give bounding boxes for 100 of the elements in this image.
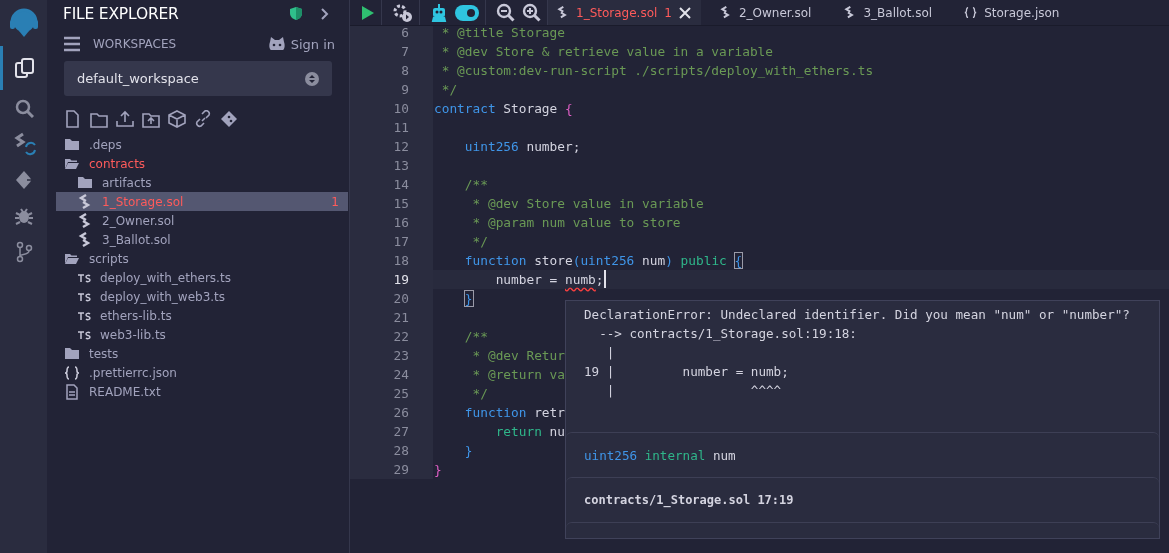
- code-line: /**: [463, 328, 488, 346]
- search-icon[interactable]: [13, 98, 34, 118]
- close-icon[interactable]: [678, 6, 691, 19]
- zoom-out-icon[interactable]: [496, 3, 515, 22]
- code-line: */: [471, 233, 488, 251]
- line-number: 24: [350, 365, 433, 384]
- tree-item[interactable]: .deps: [56, 135, 348, 154]
- code-line: * @custom:dev-run-script ./scripts/deploy_with_ethers.ts: [440, 62, 874, 80]
- code-line: number = numb;: [494, 270, 606, 289]
- ts-icon: [77, 272, 91, 283]
- tree-item[interactable]: artifacts: [56, 173, 348, 192]
- diamond-icon[interactable]: [220, 110, 238, 128]
- folder-icon: [64, 345, 80, 362]
- line-number: 8: [350, 61, 433, 80]
- play-icon[interactable]: [360, 4, 375, 21]
- tree-item[interactable]: README.txt: [56, 382, 348, 401]
- braces-icon: [964, 6, 978, 19]
- code-line: */: [440, 81, 458, 99]
- code-line: }: [433, 461, 442, 479]
- line-number: 9: [350, 80, 433, 99]
- s-logo-icon: [556, 6, 569, 19]
- tree-item[interactable]: contracts: [56, 154, 348, 173]
- line-number: 22: [350, 327, 433, 346]
- line-number: 14: [350, 175, 433, 194]
- line-number: 13: [350, 156, 433, 175]
- tree-item[interactable]: 3_Ballot.sol: [56, 230, 348, 249]
- branch-icon[interactable]: [14, 241, 33, 263]
- code-line: * @dev Store value in variable: [471, 195, 704, 213]
- error-count: 1: [331, 194, 340, 209]
- code-line: uint256 number;: [463, 138, 581, 156]
- line-number: 20: [350, 289, 433, 308]
- line-number: 11: [350, 118, 433, 137]
- line-number: 27: [350, 422, 433, 441]
- error-count: 1: [664, 5, 672, 20]
- new-folder-icon[interactable]: [90, 110, 108, 128]
- workspace-dropdown[interactable]: default_workspace: [64, 61, 332, 96]
- code-line: * @return va: [471, 366, 565, 384]
- tree-item[interactable]: deploy_with_web3.ts: [56, 287, 348, 306]
- line-number: 10: [350, 99, 433, 118]
- code-line: contract Storage {: [433, 100, 573, 118]
- editor-tab[interactable]: Storage.json: [956, 0, 1070, 25]
- line-number: 16: [350, 213, 433, 232]
- code-line: }: [463, 442, 473, 460]
- code-line: * @title Storage: [440, 26, 565, 42]
- line-number: 29: [350, 460, 433, 479]
- chevron-right-icon[interactable]: [320, 7, 329, 20]
- code-line: function retr: [463, 404, 565, 422]
- zoom-in-icon[interactable]: [522, 3, 541, 22]
- line-number: 6: [350, 26, 433, 42]
- code-line: /**: [463, 176, 488, 194]
- workspaces-label: WORKSPACES: [93, 37, 178, 51]
- link-icon[interactable]: [194, 110, 212, 128]
- tree-item[interactable]: web3-lib.ts: [56, 325, 348, 344]
- line-number: 12: [350, 137, 433, 156]
- toggle-switch[interactable]: [455, 4, 479, 21]
- panel-title: FILE EXPLORER: [63, 4, 179, 23]
- upload-icon[interactable]: [116, 110, 134, 128]
- tree-item[interactable]: scripts: [56, 249, 348, 268]
- line-number: 23: [350, 346, 433, 365]
- gear-play-icon[interactable]: [392, 2, 413, 23]
- line-number: 25: [350, 384, 433, 403]
- editor-tab[interactable]: 3_Ballot.sol: [835, 0, 943, 25]
- line-number: 21: [350, 308, 433, 327]
- tree-item[interactable]: ethers-lib.ts: [56, 306, 348, 325]
- code-line: }: [463, 290, 473, 308]
- folder-icon: [64, 136, 80, 153]
- line-number: 7: [350, 42, 433, 61]
- files-icon[interactable]: [12, 57, 35, 79]
- s-logo-icon: [718, 6, 732, 19]
- code-line: * @param num value to store: [471, 214, 681, 232]
- line-number: 15: [350, 194, 433, 213]
- tree-item[interactable]: 2_Owner.sol: [56, 211, 348, 230]
- editor-tab[interactable]: 2_Owner.sol: [710, 0, 822, 25]
- menu-icon[interactable]: [64, 36, 80, 52]
- ts-icon: [77, 329, 91, 340]
- shield-icon[interactable]: [289, 6, 303, 21]
- error-message: DeclarationError: Undeclared identifier. Did you mean "num" or "number"? --> contracts/1_Storage.sol:19:18: | 19 | number = numb; | ^^^^: [583, 306, 1131, 400]
- up-down-icon: [305, 71, 319, 86]
- declaration-location: contracts/1_Storage.sol 17:19: [584, 493, 794, 507]
- cube-icon[interactable]: [168, 110, 186, 128]
- code-line: * @dev Store & retrieve value in a variable: [440, 43, 773, 61]
- line-number: 17: [350, 232, 433, 251]
- ts-icon: [77, 291, 91, 302]
- type-signature: uint256 internal num: [584, 447, 736, 463]
- folder-icon: [77, 174, 93, 191]
- editor-tab[interactable]: 1_Storage.sol 1: [548, 0, 701, 25]
- line-number: 18: [350, 251, 433, 270]
- code-line: function store(uint256 num) public {: [463, 252, 743, 270]
- document-icon: [64, 383, 80, 400]
- robot-icon[interactable]: [430, 3, 448, 22]
- cat-face-icon: [267, 37, 286, 51]
- tree-item[interactable]: tests: [56, 344, 348, 363]
- code-line: return nu: [494, 423, 565, 441]
- new-file-icon[interactable]: [64, 110, 82, 128]
- code-line: */: [471, 385, 488, 403]
- tree-item[interactable]: deploy_with_ethers.ts: [56, 268, 348, 287]
- tree-item[interactable]: .prettierrc.json: [56, 363, 348, 382]
- folder-upload-icon[interactable]: [142, 110, 160, 128]
- line-number: 26: [350, 403, 433, 422]
- sign-in-button[interactable]: Sign in: [267, 36, 335, 52]
